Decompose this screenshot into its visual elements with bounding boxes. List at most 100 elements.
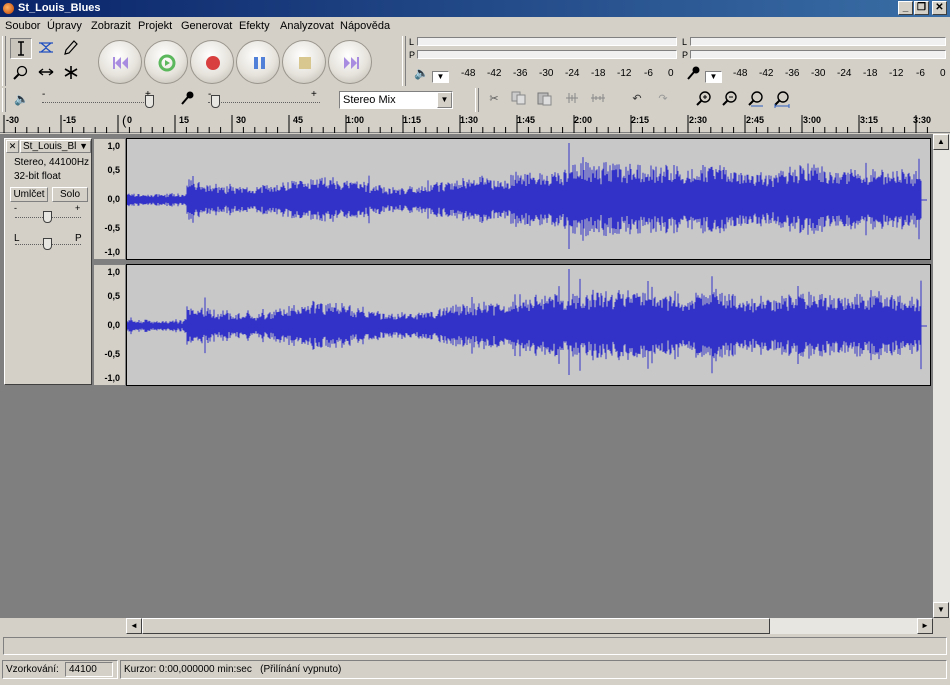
maximize-button[interactable]: ❐ xyxy=(914,1,929,15)
input-tick: -12 xyxy=(889,68,903,79)
input-volume-thumb[interactable] xyxy=(211,95,220,108)
draw-tool-icon[interactable] xyxy=(60,38,82,59)
selection-tool-icon[interactable] xyxy=(10,38,32,59)
cut-icon[interactable]: ✂ xyxy=(483,90,505,110)
input-slider-max: + xyxy=(311,89,317,100)
scale-label: 0,5 xyxy=(107,291,120,301)
horizontal-scroll-thumb[interactable] xyxy=(142,618,770,634)
output-tick: -18 xyxy=(591,68,605,79)
chevron-down-icon: ▼ xyxy=(79,141,88,151)
mute-button[interactable]: Umlčet xyxy=(10,187,48,202)
timeline-ruler[interactable]: -30 -15 0 15 30 45 1:00 1:15 1:30 1:45 2… xyxy=(0,113,950,133)
scroll-corner-left xyxy=(0,618,126,634)
track-close-button[interactable]: ✕ xyxy=(6,140,19,153)
track-menu-button[interactable]: St_Louis_Bl ▼ xyxy=(20,140,91,153)
input-tick: -30 xyxy=(811,68,825,79)
record-button[interactable] xyxy=(190,40,234,84)
waveform-left xyxy=(127,139,931,260)
waveform-left-channel[interactable] xyxy=(126,138,931,260)
chevron-down-icon[interactable]: ▼ xyxy=(437,92,452,108)
record-icon xyxy=(191,41,235,85)
vertical-scrollbar[interactable]: ▲ ▼ xyxy=(933,134,950,618)
paste-icon[interactable] xyxy=(534,90,556,110)
pan-right-label: P xyxy=(75,233,82,244)
input-volume-slider[interactable] xyxy=(208,102,320,103)
input-meter-left xyxy=(690,37,946,46)
zoom-tool-icon[interactable] xyxy=(10,63,32,84)
minimize-button[interactable]: _ xyxy=(898,1,913,15)
scroll-left-button[interactable]: ◄ xyxy=(126,618,142,634)
gain-max: + xyxy=(75,203,80,213)
fit-selection-icon[interactable] xyxy=(745,90,767,110)
scale-label: -1,0 xyxy=(104,247,120,257)
skip-start-button[interactable] xyxy=(98,40,142,84)
input-volume-icon xyxy=(180,90,196,109)
trim-icon[interactable] xyxy=(561,90,583,110)
input-tick: 0 xyxy=(940,68,946,79)
microphone-icon xyxy=(686,65,702,84)
gain-slider-thumb[interactable] xyxy=(43,211,52,223)
close-button[interactable]: ✕ xyxy=(932,1,947,15)
scale-label: -0,5 xyxy=(104,349,120,359)
output-volume-thumb[interactable] xyxy=(145,95,154,108)
menu-zobrazit[interactable]: Zobrazit xyxy=(91,20,131,32)
sample-rate-field[interactable]: 44100 xyxy=(65,662,113,677)
input-meter-right xyxy=(690,50,946,59)
undo-icon[interactable]: ↶ xyxy=(626,90,648,110)
input-tick: -48 xyxy=(733,68,747,79)
horizontal-scrollbar[interactable]: ◄ ► xyxy=(126,618,933,634)
scale-label: 0,0 xyxy=(107,194,120,204)
input-meter-menu-button[interactable]: ▼ xyxy=(705,71,722,83)
track-control-panel: ✕ St_Louis_Bl ▼ Stereo, 44100Hz 32-bit f… xyxy=(4,138,92,385)
scale-label: 0,5 xyxy=(107,165,120,175)
redo-icon[interactable]: ↷ xyxy=(652,90,674,110)
output-meter-right-label: P xyxy=(409,50,415,60)
menu-soubor[interactable]: Soubor xyxy=(5,20,40,32)
menu-generovat[interactable]: Generovat xyxy=(181,20,232,32)
menu-projekt[interactable]: Projekt xyxy=(138,20,172,32)
pan-slider-thumb[interactable] xyxy=(43,238,52,250)
envelope-tool-icon[interactable] xyxy=(35,38,57,59)
play-position-marker[interactable]: ( xyxy=(122,113,126,128)
scroll-up-button[interactable]: ▲ xyxy=(933,134,949,150)
menu-napoveda[interactable]: Nápověda xyxy=(340,20,390,32)
menu-efekty[interactable]: Efekty xyxy=(239,20,270,32)
waveform-right-channel[interactable] xyxy=(126,264,931,386)
window-title: St_Louis_Blues xyxy=(18,2,101,14)
solo-button[interactable]: Solo xyxy=(52,187,88,202)
waveform-right xyxy=(127,265,931,386)
output-volume-slider[interactable] xyxy=(42,102,154,103)
output-tick: -30 xyxy=(539,68,553,79)
input-tick: -42 xyxy=(759,68,773,79)
menu-analyzovat[interactable]: Analyzovat xyxy=(280,20,334,32)
input-source-select[interactable]: Stereo Mix ▼ xyxy=(339,91,453,109)
title-bar: St_Louis_Blues _ ❐ ✕ xyxy=(0,0,950,17)
output-tick: 0 xyxy=(668,68,674,79)
output-tick: -48 xyxy=(461,68,475,79)
play-button[interactable] xyxy=(144,40,188,84)
scroll-right-button[interactable]: ► xyxy=(917,618,933,634)
scroll-down-button[interactable]: ▼ xyxy=(933,602,949,618)
pause-button[interactable] xyxy=(236,40,280,84)
scale-label: 1,0 xyxy=(107,267,120,277)
status-bar: Vzorkování: 44100 Kurzor: 0:00,000000 mi… xyxy=(0,659,950,681)
play-icon xyxy=(145,41,189,85)
menu-upravy[interactable]: Úpravy xyxy=(47,20,82,32)
stop-icon xyxy=(283,41,327,85)
pan-left-label: L xyxy=(14,233,20,244)
silence-icon[interactable] xyxy=(587,90,609,110)
timeshift-tool-icon[interactable] xyxy=(35,63,57,84)
stop-button[interactable] xyxy=(282,40,326,84)
zoom-in-icon[interactable] xyxy=(693,90,715,110)
selection-status-bar xyxy=(3,637,947,655)
output-slider-min: - xyxy=(42,89,45,100)
output-meter-menu-button[interactable]: ▼ xyxy=(432,71,449,83)
copy-icon[interactable] xyxy=(508,90,530,110)
skip-end-button[interactable] xyxy=(328,40,372,84)
skip-end-icon xyxy=(329,41,373,85)
zoom-out-icon[interactable] xyxy=(719,90,741,110)
fit-project-icon[interactable] xyxy=(771,90,793,110)
multi-tool-icon[interactable] xyxy=(60,63,82,84)
output-tick: -42 xyxy=(487,68,501,79)
output-volume-icon: 🔈 xyxy=(14,92,29,106)
